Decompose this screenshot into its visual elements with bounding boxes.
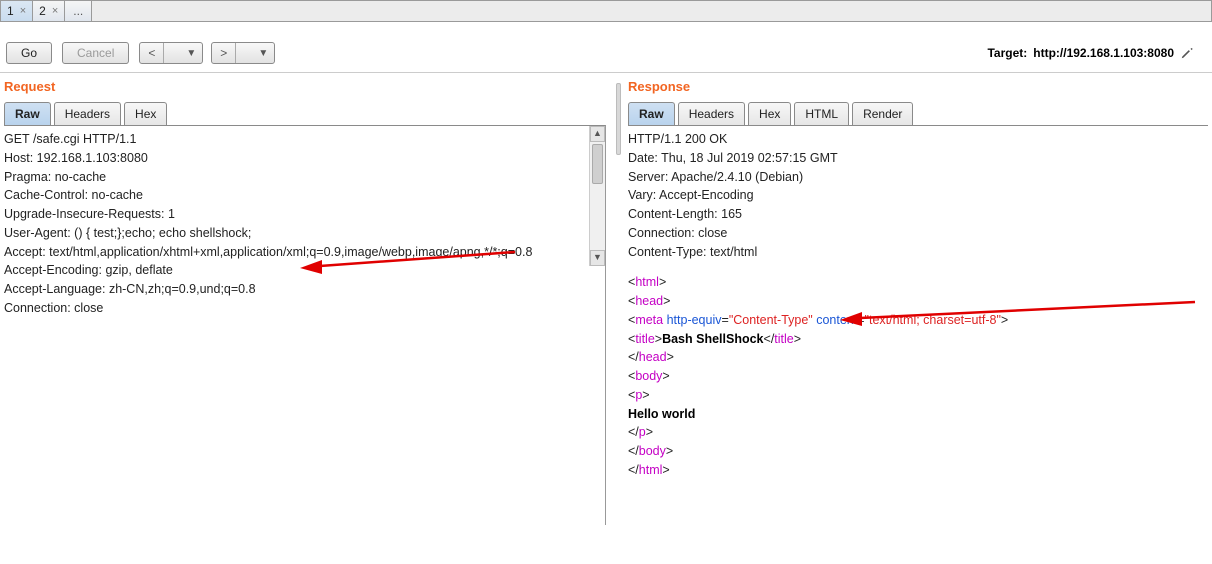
scroll-up-icon[interactable]: ▲ (590, 126, 605, 142)
response-body-line: </html> (628, 461, 1208, 480)
tab-hex[interactable]: Hex (124, 102, 167, 125)
dropdown-icon: ▼ (252, 48, 274, 59)
request-line: User-Agent: () { test;};echo; echo shell… (4, 224, 605, 243)
request-line: Connection: close (4, 299, 605, 318)
chevron-right-icon: > (212, 46, 235, 60)
tab-hex[interactable]: Hex (748, 102, 791, 125)
target-label: Target: (987, 46, 1027, 60)
toolbar: Go Cancel < ▼ > ▼ Target: http://192.168… (0, 22, 1212, 72)
response-line: Server: Apache/2.4.10 (Debian) (628, 168, 1208, 187)
response-body-line: <meta http-equiv="Content-Type" content=… (628, 311, 1208, 330)
response-line: Content-Length: 165 (628, 205, 1208, 224)
response-line: Content-Type: text/html (628, 243, 1208, 262)
response-body-line: <html> (628, 273, 1208, 292)
divider (163, 43, 180, 63)
cancel-button[interactable]: Cancel (62, 42, 129, 64)
response-body-line: <p> (628, 386, 1208, 405)
request-line: Upgrade-Insecure-Requests: 1 (4, 205, 605, 224)
tab-raw[interactable]: Raw (4, 102, 51, 125)
response-line: HTTP/1.1 200 OK (628, 130, 1208, 149)
go-button[interactable]: Go (6, 42, 52, 64)
scrollbar[interactable]: ▲ ▼ (589, 126, 605, 266)
request-line: GET /safe.cgi HTTP/1.1 (4, 130, 605, 149)
response-heading: Response (624, 73, 1212, 102)
window-tabs: 1 × 2 × ... (0, 0, 1212, 22)
request-line: Accept-Encoding: gzip, deflate (4, 261, 605, 280)
request-line: Pragma: no-cache (4, 168, 605, 187)
request-tabs: Raw Headers Hex (0, 102, 610, 125)
target-display: Target: http://192.168.1.103:8080 (987, 46, 1206, 60)
scroll-thumb[interactable] (592, 144, 603, 184)
tab-render[interactable]: Render (852, 102, 913, 125)
response-body-line: <head> (628, 292, 1208, 311)
pane-splitter[interactable] (610, 73, 624, 556)
response-body-line: Hello world (628, 405, 1208, 424)
request-line: Host: 192.168.1.103:8080 (4, 149, 605, 168)
request-raw-body[interactable]: GET /safe.cgi HTTP/1.1 Host: 192.168.1.1… (4, 125, 606, 525)
request-heading: Request (0, 73, 610, 102)
window-tab-overflow[interactable]: ... (65, 1, 92, 21)
dropdown-icon: ▼ (180, 48, 202, 59)
response-body-line: <body> (628, 367, 1208, 386)
tab-headers[interactable]: Headers (54, 102, 121, 125)
close-icon[interactable]: × (20, 5, 26, 17)
response-body-line: </head> (628, 348, 1208, 367)
window-tab-1[interactable]: 1 × (1, 1, 33, 21)
tab-raw[interactable]: Raw (628, 102, 675, 125)
request-line: Cache-Control: no-cache (4, 186, 605, 205)
response-tabs: Raw Headers Hex HTML Render (624, 102, 1212, 125)
tab-1-label: 1 (7, 4, 14, 18)
target-url: http://192.168.1.103:8080 (1033, 46, 1174, 60)
ellipsis-label: ... (73, 4, 83, 18)
request-line: Accept: text/html,application/xhtml+xml,… (4, 243, 605, 262)
tab-html[interactable]: HTML (794, 102, 849, 125)
next-button[interactable]: > ▼ (211, 42, 275, 64)
scroll-down-icon[interactable]: ▼ (590, 250, 605, 266)
tab-headers[interactable]: Headers (678, 102, 745, 125)
close-icon[interactable]: × (52, 5, 58, 17)
window-tab-2[interactable]: 2 × (33, 1, 65, 21)
response-body-line: </body> (628, 442, 1208, 461)
response-line: Date: Thu, 18 Jul 2019 02:57:15 GMT (628, 149, 1208, 168)
response-line: Vary: Accept-Encoding (628, 186, 1208, 205)
response-body-line: <title>Bash ShellShock</title> (628, 330, 1208, 349)
request-line: Accept-Language: zh-CN,zh;q=0.9,und;q=0.… (4, 280, 605, 299)
divider (235, 43, 252, 63)
response-body-line: </p> (628, 423, 1208, 442)
tab-2-label: 2 (39, 4, 46, 18)
edit-icon[interactable] (1180, 46, 1194, 60)
response-raw-body[interactable]: HTTP/1.1 200 OK Date: Thu, 18 Jul 2019 0… (628, 125, 1208, 525)
chevron-left-icon: < (140, 46, 163, 60)
response-line: Connection: close (628, 224, 1208, 243)
prev-button[interactable]: < ▼ (139, 42, 203, 64)
